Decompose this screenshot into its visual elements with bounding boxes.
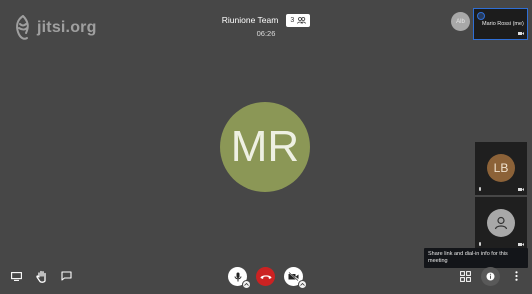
self-name-label: Mario Rossi (me) xyxy=(482,21,524,27)
chat-button[interactable] xyxy=(59,269,73,283)
dominant-speaker-avatar: MR xyxy=(220,102,310,192)
more-icon xyxy=(514,271,518,281)
chat-icon xyxy=(60,271,72,281)
video-options-arrow[interactable] xyxy=(298,280,307,289)
raise-hand-icon xyxy=(36,270,46,283)
audio-options-arrow[interactable] xyxy=(242,280,251,289)
hangup-button[interactable] xyxy=(256,267,275,286)
tile-view-button[interactable] xyxy=(458,269,472,283)
participant-thumbnail[interactable]: LB xyxy=(475,142,527,195)
self-me-label: (me) xyxy=(512,21,524,27)
microphone-button[interactable] xyxy=(228,267,251,289)
info-tooltip: Share link and dial-in info for this mee… xyxy=(424,248,528,268)
meeting-title: Riunione Team xyxy=(221,15,279,25)
chevron-up-icon xyxy=(300,283,305,286)
hangup-icon xyxy=(260,274,271,279)
camera-muted-icon xyxy=(518,32,524,35)
camera-off-icon xyxy=(288,272,299,281)
self-name: Mario Rossi xyxy=(482,21,512,27)
self-avatar-indicator xyxy=(477,12,485,20)
self-view-tile[interactable]: Mario Rossi (me) xyxy=(473,8,528,40)
participants-icon xyxy=(297,16,307,24)
info-button[interactable] xyxy=(481,267,500,286)
participant-thumbnail[interactable] xyxy=(475,197,527,250)
screen-share-button[interactable] xyxy=(9,269,23,283)
participant-count: 3 xyxy=(290,16,295,24)
camera-muted-icon xyxy=(518,188,524,191)
chevron-up-icon xyxy=(244,283,249,286)
default-avatar xyxy=(487,209,515,237)
raise-hand-button[interactable] xyxy=(35,268,49,284)
info-icon xyxy=(486,272,495,281)
participants-count-badge[interactable]: 3 xyxy=(286,13,311,27)
audio-level-indicator xyxy=(479,242,481,246)
screen-share-icon xyxy=(10,271,22,281)
meeting-timer: 06:26 xyxy=(256,29,276,38)
more-options-button[interactable] xyxy=(510,269,522,283)
audio-level-indicator xyxy=(479,187,481,191)
camera-button[interactable] xyxy=(284,267,307,289)
user-icon xyxy=(494,216,508,230)
camera-muted-icon xyxy=(518,243,524,246)
microphone-icon xyxy=(234,272,241,281)
participant-avatar: LB xyxy=(487,154,515,182)
participant-avatar-small[interactable]: Alb xyxy=(451,12,470,31)
tile-view-icon xyxy=(459,270,471,282)
